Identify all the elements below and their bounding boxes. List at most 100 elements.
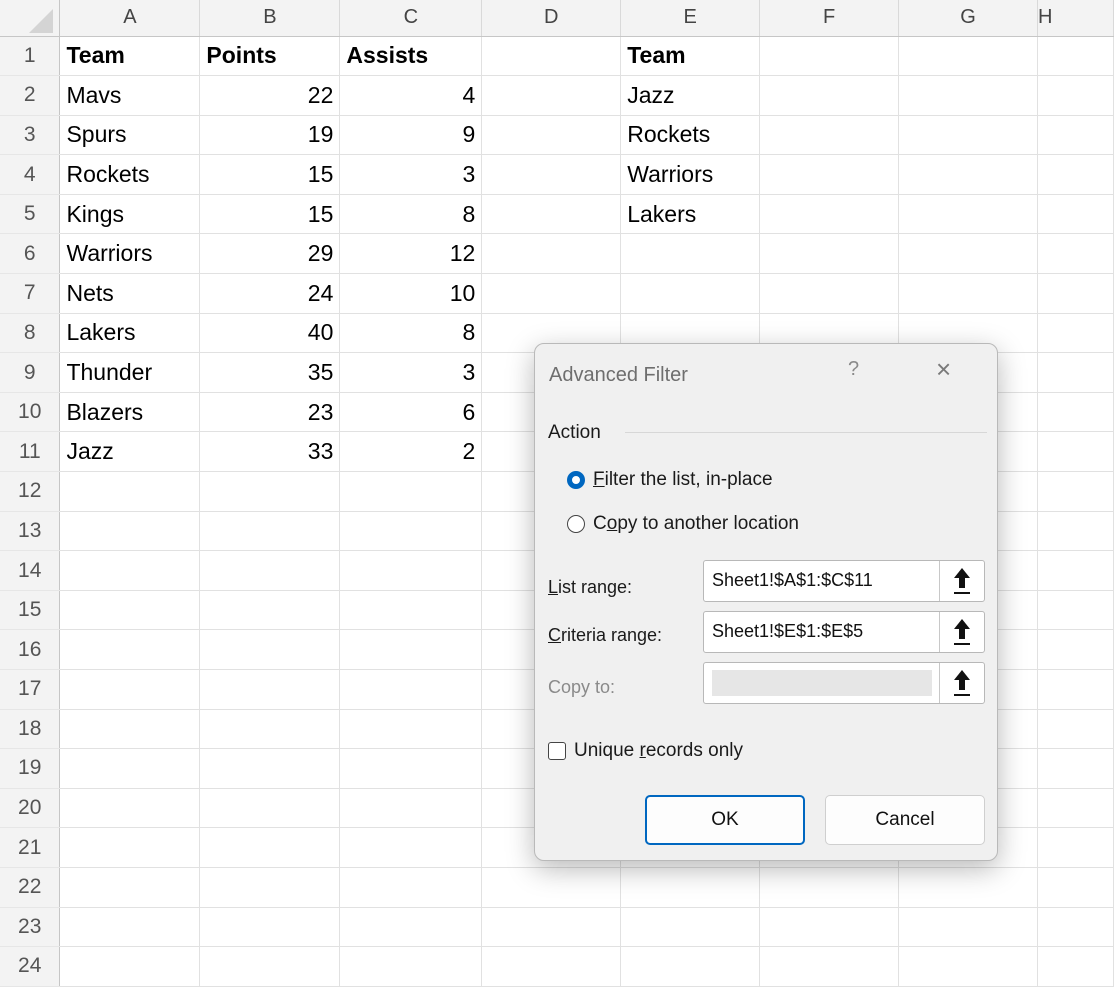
cell-b16[interactable]	[199, 629, 341, 670]
cell-a3[interactable]: Spurs	[59, 115, 201, 156]
cell-a6[interactable]: Warriors	[59, 233, 201, 275]
cell-a24[interactable]	[59, 946, 201, 987]
help-button[interactable]: ?	[848, 358, 859, 381]
row-header[interactable]: 20	[0, 788, 61, 829]
row-header[interactable]: 15	[0, 590, 61, 631]
row-header[interactable]: 16	[0, 629, 61, 670]
cell-a2[interactable]: Mavs	[59, 75, 201, 116]
copy-to-collapse-button[interactable]	[940, 663, 984, 703]
cell-h22[interactable]	[1037, 867, 1114, 908]
cell-c17[interactable]	[339, 669, 483, 710]
cell-b5[interactable]: 15	[199, 194, 341, 235]
cell-b10[interactable]: 23	[199, 392, 341, 433]
cell-a21[interactable]	[59, 827, 201, 868]
cell-c8[interactable]: 8	[339, 313, 483, 354]
cell-f4[interactable]	[759, 154, 900, 195]
cell-f6[interactable]	[759, 233, 900, 275]
cell-f2[interactable]	[759, 75, 900, 116]
cell-d24[interactable]	[481, 946, 622, 987]
column-header-b[interactable]: B	[199, 0, 341, 37]
cell-c4[interactable]: 3	[339, 154, 483, 195]
cell-a15[interactable]	[59, 590, 201, 631]
cell-a22[interactable]	[59, 867, 201, 908]
cell-b2[interactable]: 22	[199, 75, 341, 116]
cancel-button[interactable]: Cancel	[825, 795, 985, 845]
cell-a7[interactable]: Nets	[59, 273, 201, 314]
cell-h8[interactable]	[1037, 313, 1114, 354]
cell-c15[interactable]	[339, 590, 483, 631]
radio-unselected-icon[interactable]	[567, 515, 585, 533]
row-header[interactable]: 13	[0, 511, 61, 552]
cell-e22[interactable]	[620, 867, 761, 908]
cell-a19[interactable]	[59, 748, 201, 789]
cell-b13[interactable]	[199, 511, 341, 552]
cell-f7[interactable]	[759, 273, 900, 314]
row-header[interactable]: 5	[0, 194, 61, 235]
cell-c6[interactable]: 12	[339, 233, 483, 275]
cell-f1[interactable]	[759, 36, 900, 77]
row-header[interactable]: 14	[0, 550, 61, 591]
cell-a8[interactable]: Lakers	[59, 313, 201, 354]
cell-c10[interactable]: 6	[339, 392, 483, 433]
cell-b19[interactable]	[199, 748, 341, 789]
cell-b24[interactable]	[199, 946, 341, 987]
cell-e3[interactable]: Rockets	[620, 115, 761, 156]
row-header[interactable]: 18	[0, 709, 61, 750]
column-header-d[interactable]: D	[481, 0, 622, 37]
cell-h16[interactable]	[1037, 629, 1114, 670]
cell-c21[interactable]	[339, 827, 483, 868]
cell-d7[interactable]	[481, 273, 622, 314]
cell-g22[interactable]	[898, 867, 1038, 908]
cell-h1[interactable]	[1037, 36, 1114, 77]
cell-b12[interactable]	[199, 471, 341, 512]
select-all-corner[interactable]	[0, 0, 61, 37]
copy-to-input[interactable]	[703, 662, 985, 704]
cell-g23[interactable]	[898, 907, 1038, 948]
criteria-range-collapse-button[interactable]	[940, 612, 984, 652]
cell-h2[interactable]	[1037, 75, 1114, 116]
cell-g7[interactable]	[898, 273, 1038, 314]
cell-e6[interactable]	[620, 233, 761, 275]
column-header-g[interactable]: G	[898, 0, 1038, 37]
row-header[interactable]: 3	[0, 115, 61, 156]
cell-h9[interactable]	[1037, 352, 1114, 393]
row-header[interactable]: 12	[0, 471, 61, 512]
criteria-range-input[interactable]: Sheet1!$E$1:$E$5	[703, 611, 985, 653]
cell-h24[interactable]	[1037, 946, 1114, 987]
cell-h23[interactable]	[1037, 907, 1114, 948]
cell-b7[interactable]: 24	[199, 273, 341, 314]
cell-e4[interactable]: Warriors	[620, 154, 761, 195]
cell-b18[interactable]	[199, 709, 341, 750]
cell-c13[interactable]	[339, 511, 483, 552]
cell-a14[interactable]	[59, 550, 201, 591]
cell-b3[interactable]: 19	[199, 115, 341, 156]
cell-c11[interactable]: 2	[339, 431, 483, 473]
cell-h21[interactable]	[1037, 827, 1114, 868]
cell-h10[interactable]	[1037, 392, 1114, 433]
cell-g2[interactable]	[898, 75, 1038, 116]
ok-button[interactable]: OK	[645, 795, 805, 845]
cell-b23[interactable]	[199, 907, 341, 948]
cell-h7[interactable]	[1037, 273, 1114, 314]
cell-e24[interactable]	[620, 946, 761, 987]
cell-d6[interactable]	[481, 233, 622, 275]
row-header[interactable]: 19	[0, 748, 61, 789]
cell-f23[interactable]	[759, 907, 900, 948]
cell-g3[interactable]	[898, 115, 1038, 156]
cell-f22[interactable]	[759, 867, 900, 908]
cell-a9[interactable]: Thunder	[59, 352, 201, 393]
column-header-f[interactable]: F	[759, 0, 900, 37]
cell-c5[interactable]: 8	[339, 194, 483, 235]
cell-c9[interactable]: 3	[339, 352, 483, 393]
cell-g6[interactable]	[898, 233, 1038, 275]
column-header-h[interactable]: H	[1037, 0, 1114, 37]
cell-a16[interactable]	[59, 629, 201, 670]
cell-a20[interactable]	[59, 788, 201, 829]
cell-h6[interactable]	[1037, 233, 1114, 275]
column-header-a[interactable]: A	[59, 0, 201, 37]
cell-h3[interactable]	[1037, 115, 1114, 156]
cell-g4[interactable]	[898, 154, 1038, 195]
cell-d22[interactable]	[481, 867, 622, 908]
cell-c18[interactable]	[339, 709, 483, 750]
unique-records-checkbox[interactable]: Unique records only	[548, 740, 743, 762]
